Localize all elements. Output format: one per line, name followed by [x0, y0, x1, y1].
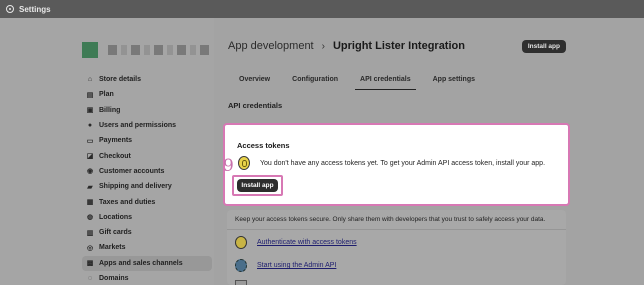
payments-icon: ▭ [86, 137, 94, 145]
breadcrumb-parent[interactable]: App development [228, 40, 314, 52]
store-icon: ⌂ [87, 76, 93, 84]
page-title: Upright Lister Integration [332, 40, 465, 52]
sidebar-item-label: Store details [99, 76, 142, 84]
customer-icon: ◉ [86, 168, 94, 176]
sidebar-item-label: Customer accounts [99, 167, 165, 175]
sidebar-item-taxes[interactable]: ▦ Taxes and duties [82, 194, 212, 209]
globe-icon: ◎ [86, 244, 94, 252]
card-title: Access tokens [237, 141, 290, 150]
breadcrumb: App development › Upright Lister Integra… [228, 40, 465, 52]
billing-icon: ▣ [86, 107, 94, 115]
admin-api-link[interactable]: Start using the Admin API [257, 262, 336, 269]
sidebar-item-label: Plan [99, 91, 114, 99]
sidebar-item-label: Shipping and delivery [99, 183, 172, 191]
plan-icon: ▤ [86, 91, 94, 99]
header-install-button[interactable]: Install app [521, 40, 566, 53]
sidebar-item-store-details[interactable]: ⌂ Store details [82, 72, 212, 87]
sidebar-item-users[interactable]: ● Users and permissions [82, 118, 212, 133]
domain-icon: ◌ [87, 275, 93, 282]
sidebar-item-apps[interactable]: ▩ Apps and sales channels [82, 255, 212, 271]
sidebar-nav: ⌂ Store details ▤ Plan ▣ Billing ● Users and… [82, 72, 212, 285]
sidebar-item-shipping[interactable]: ▰ Shipping and delivery [82, 179, 212, 194]
security-card: Keep your access tokens secure. Only sha… [227, 210, 566, 285]
chevron-right-icon: › [321, 40, 325, 52]
location-icon: ◍ [86, 214, 94, 222]
sidebar-item-label: Taxes and duties [99, 198, 156, 206]
window-titlebar: Settings [0, 0, 644, 18]
sidebar-item-label: Locations [99, 213, 133, 221]
tab-configuration[interactable]: Configuration [281, 68, 349, 90]
store-name-blurred [108, 45, 209, 55]
security-note: Keep your access tokens secure. Only sha… [235, 216, 546, 223]
store-header[interactable] [82, 42, 209, 58]
install-app-button[interactable]: Install app [237, 179, 278, 192]
sidebar-item-payments[interactable]: ▭ Payments [82, 133, 212, 148]
users-icon: ● [87, 122, 93, 130]
sidebar-item-label: Apps and sales channels [99, 259, 183, 267]
sidebar-item-label: Users and permissions [99, 122, 177, 130]
sidebar-item-label: Payments [99, 137, 133, 145]
sidebar-item-locations[interactable]: ◍ Locations [82, 210, 212, 225]
doc-icon [235, 280, 247, 285]
sidebar-item-gift-cards[interactable]: ▥ Gift cards [82, 225, 212, 240]
gift-card-icon: ▥ [86, 229, 94, 237]
divider [227, 229, 566, 230]
sidebar-item-plan[interactable]: ▤ Plan [82, 87, 212, 102]
sidebar-item-billing[interactable]: ▣ Billing [82, 103, 212, 118]
section-title: API credentials [228, 101, 283, 110]
authenticate-link[interactable]: Authenticate with access tokens [257, 239, 357, 246]
tab-api-credentials[interactable]: API credentials [349, 68, 422, 90]
token-icon [235, 236, 247, 249]
tax-icon: ▦ [86, 199, 94, 207]
link-row-authenticate: Authenticate with access tokens [235, 236, 357, 249]
sidebar-item-checkout[interactable]: ◪ Checkout [82, 148, 212, 163]
sidebar-item-markets[interactable]: ◎ Markets [82, 240, 212, 255]
apps-icon: ▩ [86, 260, 94, 268]
sidebar-item-domains[interactable]: ◌ Domains [82, 271, 212, 285]
link-row-partial [235, 280, 257, 285]
tab-overview[interactable]: Overview [228, 68, 281, 90]
sidebar-item-label: Markets [99, 244, 126, 252]
token-icon [238, 156, 250, 170]
sidebar-item-label: Domains [99, 275, 129, 282]
step-number: 9 [223, 156, 234, 176]
tab-bar: Overview Configuration API credentials A… [228, 68, 486, 90]
sidebar-item-label: Billing [99, 106, 121, 114]
link-row-admin-api: Start using the Admin API [235, 259, 336, 272]
truck-icon: ▰ [87, 183, 93, 191]
install-button-highlight: Install app [232, 175, 283, 196]
card-message: You don't have any access tokens yet. To… [260, 160, 546, 167]
gear-icon [6, 5, 14, 13]
sidebar-item-label: Checkout [99, 152, 131, 160]
api-gear-icon [235, 259, 247, 272]
sidebar-item-label: Gift cards [99, 229, 132, 237]
store-logo [82, 42, 98, 58]
tab-app-settings[interactable]: App settings [422, 68, 486, 90]
sidebar-item-customer-accounts[interactable]: ◉ Customer accounts [82, 164, 212, 179]
window-title: Settings [19, 4, 51, 14]
checkout-icon: ◪ [86, 153, 94, 161]
